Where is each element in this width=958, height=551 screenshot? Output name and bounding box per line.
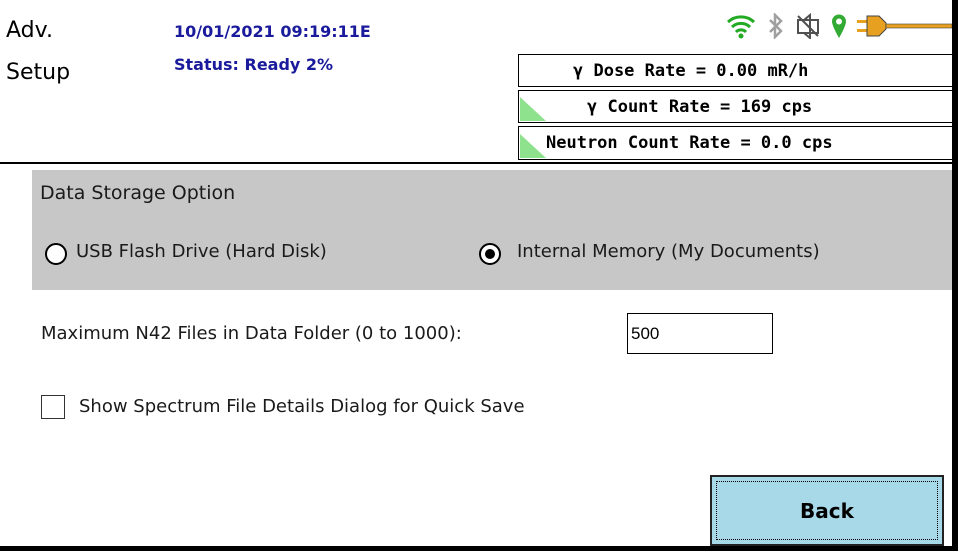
radio-internal-button[interactable]	[479, 243, 501, 265]
back-button-label: Back	[800, 498, 854, 523]
quick-save-checkbox[interactable]	[41, 395, 65, 419]
gamma-count-indicator	[520, 97, 546, 121]
datetime-readout: 10/01/2021 09:19:11E	[174, 22, 371, 41]
gamma-count-rate-text: γ Count Rate = 169 cps	[587, 96, 813, 117]
max-files-label: Maximum N42 Files in Data Folder (0 to 1…	[41, 323, 462, 344]
neutron-count-indicator	[520, 134, 546, 158]
back-button[interactable]: Back	[710, 475, 944, 546]
max-files-input[interactable]	[627, 313, 773, 354]
radio-usb-label: USB Flash Drive (Hard Disk)	[76, 241, 327, 262]
radio-internal-label: Internal Memory (My Documents)	[517, 241, 820, 262]
bluetooth-icon	[766, 11, 786, 43]
page-title-line1: Adv.	[6, 18, 53, 43]
gamma-dose-rate: γ Dose Rate = 0.00 mR/h	[518, 54, 952, 87]
gamma-count-rate: γ Count Rate = 169 cps	[518, 90, 952, 123]
power-plug-icon	[857, 13, 952, 43]
data-storage-panel: Data Storage Option USB Flash Drive (Har…	[32, 170, 952, 290]
wifi-icon	[726, 13, 756, 43]
gamma-dose-rate-text: γ Dose Rate = 0.00 mR/h	[573, 60, 809, 81]
quick-save-label: Show Spectrum File Details Dialog for Qu…	[79, 396, 525, 417]
status-text: Status: Ready 2%	[174, 55, 334, 74]
header-divider	[0, 162, 952, 164]
speaker-muted-icon	[796, 12, 820, 43]
page-title-line2: Setup	[6, 60, 71, 85]
neutron-count-rate-text: Neutron Count Rate = 0.0 cps	[546, 133, 833, 153]
radio-usb-flash[interactable]: USB Flash Drive (Hard Disk)	[45, 241, 445, 267]
radio-internal-memory[interactable]: Internal Memory (My Documents)	[479, 241, 919, 267]
adv-setup-screen: Adv. Setup 10/01/2021 09:19:11E Status: …	[0, 0, 952, 546]
radio-selected-dot	[485, 249, 495, 259]
status-icons	[726, 11, 952, 41]
location-pin-icon	[830, 13, 848, 43]
storage-heading: Data Storage Option	[40, 182, 236, 204]
radio-usb-button[interactable]	[45, 243, 67, 265]
neutron-count-rate: Neutron Count Rate = 0.0 cps	[518, 126, 952, 160]
